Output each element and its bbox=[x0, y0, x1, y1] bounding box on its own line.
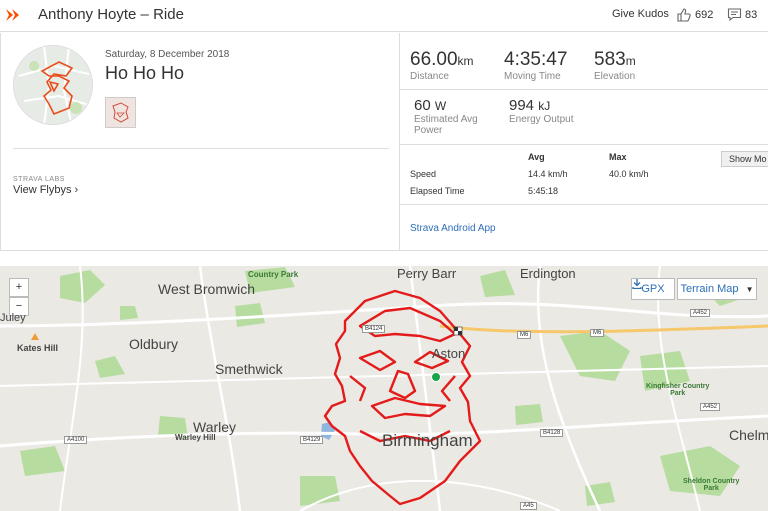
map-label-west-bromwich: West Bromwich bbox=[158, 281, 255, 297]
max-header: Max bbox=[609, 152, 627, 162]
map-label-perry-barr: Perry Barr bbox=[397, 266, 457, 281]
map-type-dropdown[interactable]: Terrain Map ▼ bbox=[677, 278, 757, 300]
map-label-oldbury: Oldbury bbox=[129, 336, 179, 352]
map-label-aston: Aston bbox=[432, 346, 466, 361]
give-kudos-button[interactable]: Give Kudos bbox=[612, 8, 669, 20]
map-label-erdington: Erdington bbox=[520, 266, 576, 281]
road-label-a45: A45 bbox=[520, 502, 537, 510]
distance-stat: 66.00km Distance bbox=[410, 49, 474, 82]
divider bbox=[400, 89, 768, 90]
road-label-b4124: B4124 bbox=[362, 325, 386, 333]
road-label-a4100: A4100 bbox=[64, 436, 88, 444]
avg-header: Avg bbox=[528, 152, 545, 162]
elevation-unit: m bbox=[625, 54, 636, 68]
moving-time-stat: 4:35:47 Moving Time bbox=[504, 49, 567, 82]
map-label-sheldon-line1: Sheldon Country bbox=[683, 478, 740, 485]
moving-time-label: Moving Time bbox=[504, 71, 561, 82]
distance-label: Distance bbox=[410, 71, 449, 82]
power-stat: 60 W Estimated Avg Power bbox=[414, 97, 478, 136]
map-label-birmingham: Birmingham bbox=[382, 431, 473, 450]
moving-time-value: 4:35:47 bbox=[504, 49, 568, 70]
route-thumbnail-map bbox=[14, 46, 92, 124]
route-map[interactable]: + − GPX Terrain Map ▼ Juley Kates Hill W… bbox=[0, 266, 768, 511]
finish-flag-icon[interactable] bbox=[453, 326, 463, 336]
map-label-dudley: Juley bbox=[0, 312, 26, 324]
activity-header: Anthony Hoyte – Ride Give Kudos 692 83 bbox=[0, 0, 768, 32]
map-label-smethwick: Smethwick bbox=[215, 361, 283, 377]
zoom-in-button[interactable]: + bbox=[9, 278, 29, 297]
activity-date: Saturday, 8 December 2018 bbox=[105, 49, 230, 60]
energy-unit: kJ bbox=[538, 99, 551, 113]
road-label-m6-2: M6 bbox=[590, 329, 605, 337]
comment-count[interactable]: 83 bbox=[745, 9, 757, 21]
map-type-label: Terrain Map bbox=[680, 283, 739, 295]
divider bbox=[400, 204, 768, 205]
activity-name: Ho Ho Ho bbox=[105, 63, 185, 83]
show-more-button[interactable]: Show Mo bbox=[721, 151, 768, 167]
road-label-a452: A452 bbox=[690, 309, 711, 317]
thumbs-up-icon[interactable] bbox=[676, 7, 692, 23]
page-title: Anthony Hoyte – Ride bbox=[38, 6, 184, 23]
map-label-chelm: Chelm bbox=[729, 427, 768, 443]
gpx-download-button[interactable]: GPX bbox=[631, 278, 675, 300]
avg-speed: 14.4 km/h bbox=[528, 169, 568, 179]
strava-android-app-link[interactable]: Strava Android App bbox=[410, 223, 496, 234]
view-flybys-link[interactable]: View Flybys › bbox=[13, 184, 78, 196]
elevation-stat: 583m Elevation bbox=[594, 49, 636, 82]
road-label-b4129: B4129 bbox=[300, 436, 324, 444]
road-label-m6: M6 bbox=[517, 331, 532, 339]
elapsed-time-value: 5:45:18 bbox=[528, 186, 559, 196]
elevation-label: Elevation bbox=[594, 71, 636, 82]
elevation-value: 583 bbox=[594, 49, 626, 70]
start-marker[interactable] bbox=[431, 372, 441, 382]
activity-stats: 66.00km Distance 4:35:47 Moving Time 583… bbox=[400, 33, 768, 251]
power-value: 60 bbox=[414, 97, 431, 114]
activity-summary: Saturday, 8 December 2018 Ho Ho Ho STRAV… bbox=[0, 33, 400, 251]
map-label-kingfisher-line2: Park bbox=[670, 390, 686, 397]
divider bbox=[13, 148, 389, 149]
energy-stat: 994 kJ Energy Output bbox=[509, 97, 573, 125]
divider bbox=[400, 144, 768, 145]
map-label-warley-hill: Warley Hill bbox=[175, 433, 216, 442]
speed-label: Speed bbox=[410, 169, 437, 179]
map-label-sheldon: Sheldon Country Park bbox=[683, 478, 739, 492]
route-thumbnail[interactable] bbox=[13, 45, 93, 125]
road-label-a452-b: A452 bbox=[700, 403, 721, 411]
comment-icon[interactable] bbox=[727, 7, 742, 22]
energy-value: 994 bbox=[509, 97, 535, 114]
kudos-count[interactable]: 692 bbox=[695, 9, 713, 21]
distance-unit: km bbox=[457, 54, 474, 68]
photo-image bbox=[106, 98, 135, 127]
power-label-1: Estimated Avg bbox=[414, 114, 478, 125]
caret-down-icon: ▼ bbox=[745, 285, 754, 294]
max-speed: 40.0 km/h bbox=[609, 169, 649, 179]
map-label-country-park: Country Park bbox=[248, 270, 299, 279]
map-label-kates-hill: Kates Hill bbox=[17, 343, 59, 353]
road-label-b4128: B4128 bbox=[540, 429, 564, 437]
strava-chevron-icon[interactable] bbox=[6, 8, 20, 22]
map-label-kingfisher: Kingfisher Country Park bbox=[646, 383, 709, 397]
power-label-2: Power bbox=[414, 125, 443, 136]
map-label-sheldon-line2: Park bbox=[703, 485, 719, 492]
elapsed-time-label: Elapsed Time bbox=[410, 186, 465, 196]
distance-value: 66.00 bbox=[410, 49, 458, 70]
download-icon bbox=[632, 279, 642, 289]
strava-labs-label: STRAVA LABS bbox=[13, 176, 65, 183]
gpx-label: GPX bbox=[641, 283, 665, 295]
activity-photo[interactable] bbox=[105, 97, 136, 128]
map-label-kingfisher-line1: Kingfisher Country bbox=[646, 383, 710, 390]
power-unit: W bbox=[434, 99, 447, 113]
energy-label: Energy Output bbox=[509, 114, 574, 125]
